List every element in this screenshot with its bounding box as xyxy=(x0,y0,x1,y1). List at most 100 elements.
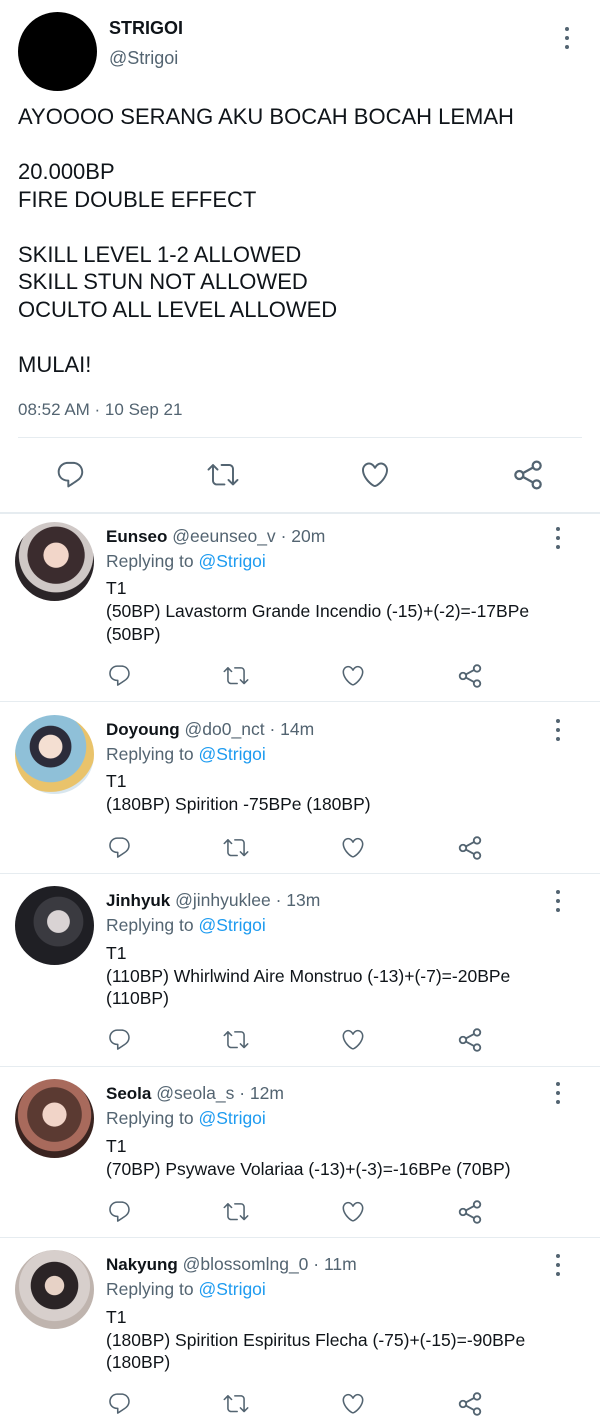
reply-icon xyxy=(107,1199,132,1224)
more-options-icon[interactable] xyxy=(555,1254,561,1276)
reply-icon xyxy=(107,1391,132,1416)
heart-icon xyxy=(340,835,366,860)
retweet-button[interactable] xyxy=(222,1199,250,1224)
avatar[interactable] xyxy=(15,1250,94,1329)
reply-handle[interactable]: @blossomlng_0 xyxy=(183,1254,309,1274)
replying-to-link[interactable]: @Strigoi xyxy=(198,744,265,764)
reply-header: Doyoung @do0_nct · 14m xyxy=(106,719,314,740)
reply-header: Jinhyuk @jinhyuklee · 13m xyxy=(106,890,320,911)
replying-to: Replying to @Strigoi xyxy=(106,1108,266,1129)
tweet-line: AYOOOO SERANG AKU BOCAH BOCAH LEMAH xyxy=(18,104,514,129)
replying-to-label: Replying to xyxy=(106,1279,194,1299)
retweet-button[interactable] xyxy=(222,663,250,688)
share-button[interactable] xyxy=(457,1199,483,1225)
reply-display-name[interactable]: Seola xyxy=(106,1084,151,1103)
reply-handle[interactable]: @do0_nct xyxy=(185,719,265,739)
share-button[interactable] xyxy=(512,459,544,491)
reply-text-line: T1 xyxy=(106,1307,127,1327)
reply-display-name[interactable]: Doyoung xyxy=(106,720,180,739)
heart-icon xyxy=(340,1391,366,1416)
reply-button[interactable] xyxy=(107,835,132,860)
author-avatar[interactable] xyxy=(18,12,97,91)
reply-display-name[interactable]: Nakyung xyxy=(106,1255,178,1274)
avatar[interactable] xyxy=(15,715,94,794)
tweet-line: 20.000BP xyxy=(18,159,115,184)
heart-icon xyxy=(340,1027,366,1052)
tweet-body: AYOOOO SERANG AKU BOCAH BOCAH LEMAH 20.0… xyxy=(18,103,514,378)
tweet-line xyxy=(18,131,514,159)
share-icon xyxy=(457,835,483,861)
replying-to-link[interactable]: @Strigoi xyxy=(198,1108,265,1128)
share-icon xyxy=(512,459,544,491)
reply-text-line: T1 xyxy=(106,578,127,598)
retweet-button[interactable] xyxy=(206,459,240,490)
replying-to: Replying to @Strigoi xyxy=(106,915,266,936)
reply-icon xyxy=(107,663,132,688)
heart-icon xyxy=(359,459,391,490)
more-options-icon[interactable] xyxy=(555,527,561,549)
retweet-icon xyxy=(206,459,240,490)
reply-handle[interactable]: @jinhyuklee xyxy=(175,890,271,910)
avatar[interactable] xyxy=(15,886,94,965)
reply-button[interactable] xyxy=(107,1391,132,1416)
replying-to-label: Replying to xyxy=(106,744,194,764)
reply-text-line: T1 xyxy=(106,943,127,963)
retweet-icon xyxy=(222,1391,250,1416)
more-options-icon[interactable] xyxy=(555,1082,561,1104)
heart-icon xyxy=(340,663,366,688)
retweet-icon xyxy=(222,663,250,688)
reply-handle[interactable]: @seola_s xyxy=(156,1083,234,1103)
reply-text-line: T1 xyxy=(106,1136,127,1156)
reply-divider xyxy=(0,1237,600,1238)
replying-to-link[interactable]: @Strigoi xyxy=(198,1279,265,1299)
share-button[interactable] xyxy=(457,1391,483,1417)
replying-to-link[interactable]: @Strigoi xyxy=(198,551,265,571)
reply-button[interactable] xyxy=(107,1199,132,1224)
share-button[interactable] xyxy=(457,835,483,861)
like-button[interactable] xyxy=(340,1199,366,1224)
like-button[interactable] xyxy=(340,1027,366,1052)
reply-text-line: (110BP) xyxy=(106,988,169,1008)
reply-text-line: (70BP) Psywave Volariaa (-13)+(-3)=-16BP… xyxy=(106,1159,511,1179)
reply-button[interactable] xyxy=(55,459,86,490)
more-options-icon[interactable] xyxy=(564,27,570,49)
section-divider xyxy=(0,512,600,514)
reply-button[interactable] xyxy=(107,1027,132,1052)
more-options-icon[interactable] xyxy=(555,890,561,912)
retweet-button[interactable] xyxy=(222,835,250,860)
reply-text-line: (180BP) Spirition -75BPe (180BP) xyxy=(106,794,371,814)
share-icon xyxy=(457,1027,483,1053)
share-button[interactable] xyxy=(457,1027,483,1053)
like-button[interactable] xyxy=(340,835,366,860)
retweet-button[interactable] xyxy=(222,1391,250,1416)
reply-time: · 20m xyxy=(280,526,326,546)
like-button[interactable] xyxy=(340,1391,366,1416)
tweet-line: SKILL LEVEL 1-2 ALLOWED xyxy=(18,241,302,267)
tweet-line: OCULTO ALL LEVEL ALLOWED xyxy=(18,296,338,322)
replying-to: Replying to @Strigoi xyxy=(106,1279,266,1300)
reply-handle[interactable]: @eeunseo_v xyxy=(172,526,275,546)
like-button[interactable] xyxy=(340,663,366,688)
tweet-timestamp[interactable]: 08:52 AM · 10 Sep 21 xyxy=(18,400,182,420)
retweet-button[interactable] xyxy=(222,1027,250,1052)
reply-text-line: (180BP) Spirition Espiritus Flecha (-75)… xyxy=(106,1330,526,1350)
author-display-name[interactable]: STRIGOI xyxy=(109,18,183,39)
reply-display-name[interactable]: Eunseo xyxy=(106,527,167,546)
avatar[interactable] xyxy=(15,1079,94,1158)
reply-time: · 14m xyxy=(269,719,315,739)
reply-header: Seola @seola_s · 12m xyxy=(106,1083,284,1104)
avatar[interactable] xyxy=(15,522,94,601)
reply-icon xyxy=(107,1027,132,1052)
like-button[interactable] xyxy=(359,459,391,490)
replying-to: Replying to @Strigoi xyxy=(106,744,266,765)
share-button[interactable] xyxy=(457,663,483,689)
author-handle[interactable]: @Strigoi xyxy=(109,48,178,69)
more-options-icon[interactable] xyxy=(555,719,561,741)
reply-button[interactable] xyxy=(107,663,132,688)
reply-display-name[interactable]: Jinhyuk xyxy=(106,891,170,910)
replying-to-link[interactable]: @Strigoi xyxy=(198,915,265,935)
tweet-line: SKILL STUN NOT ALLOWED xyxy=(18,269,308,294)
tweet-line: FIRE DOUBLE EFFECT xyxy=(18,186,257,212)
reply-divider xyxy=(0,873,600,874)
reply-text-line: (50BP) xyxy=(106,624,161,644)
